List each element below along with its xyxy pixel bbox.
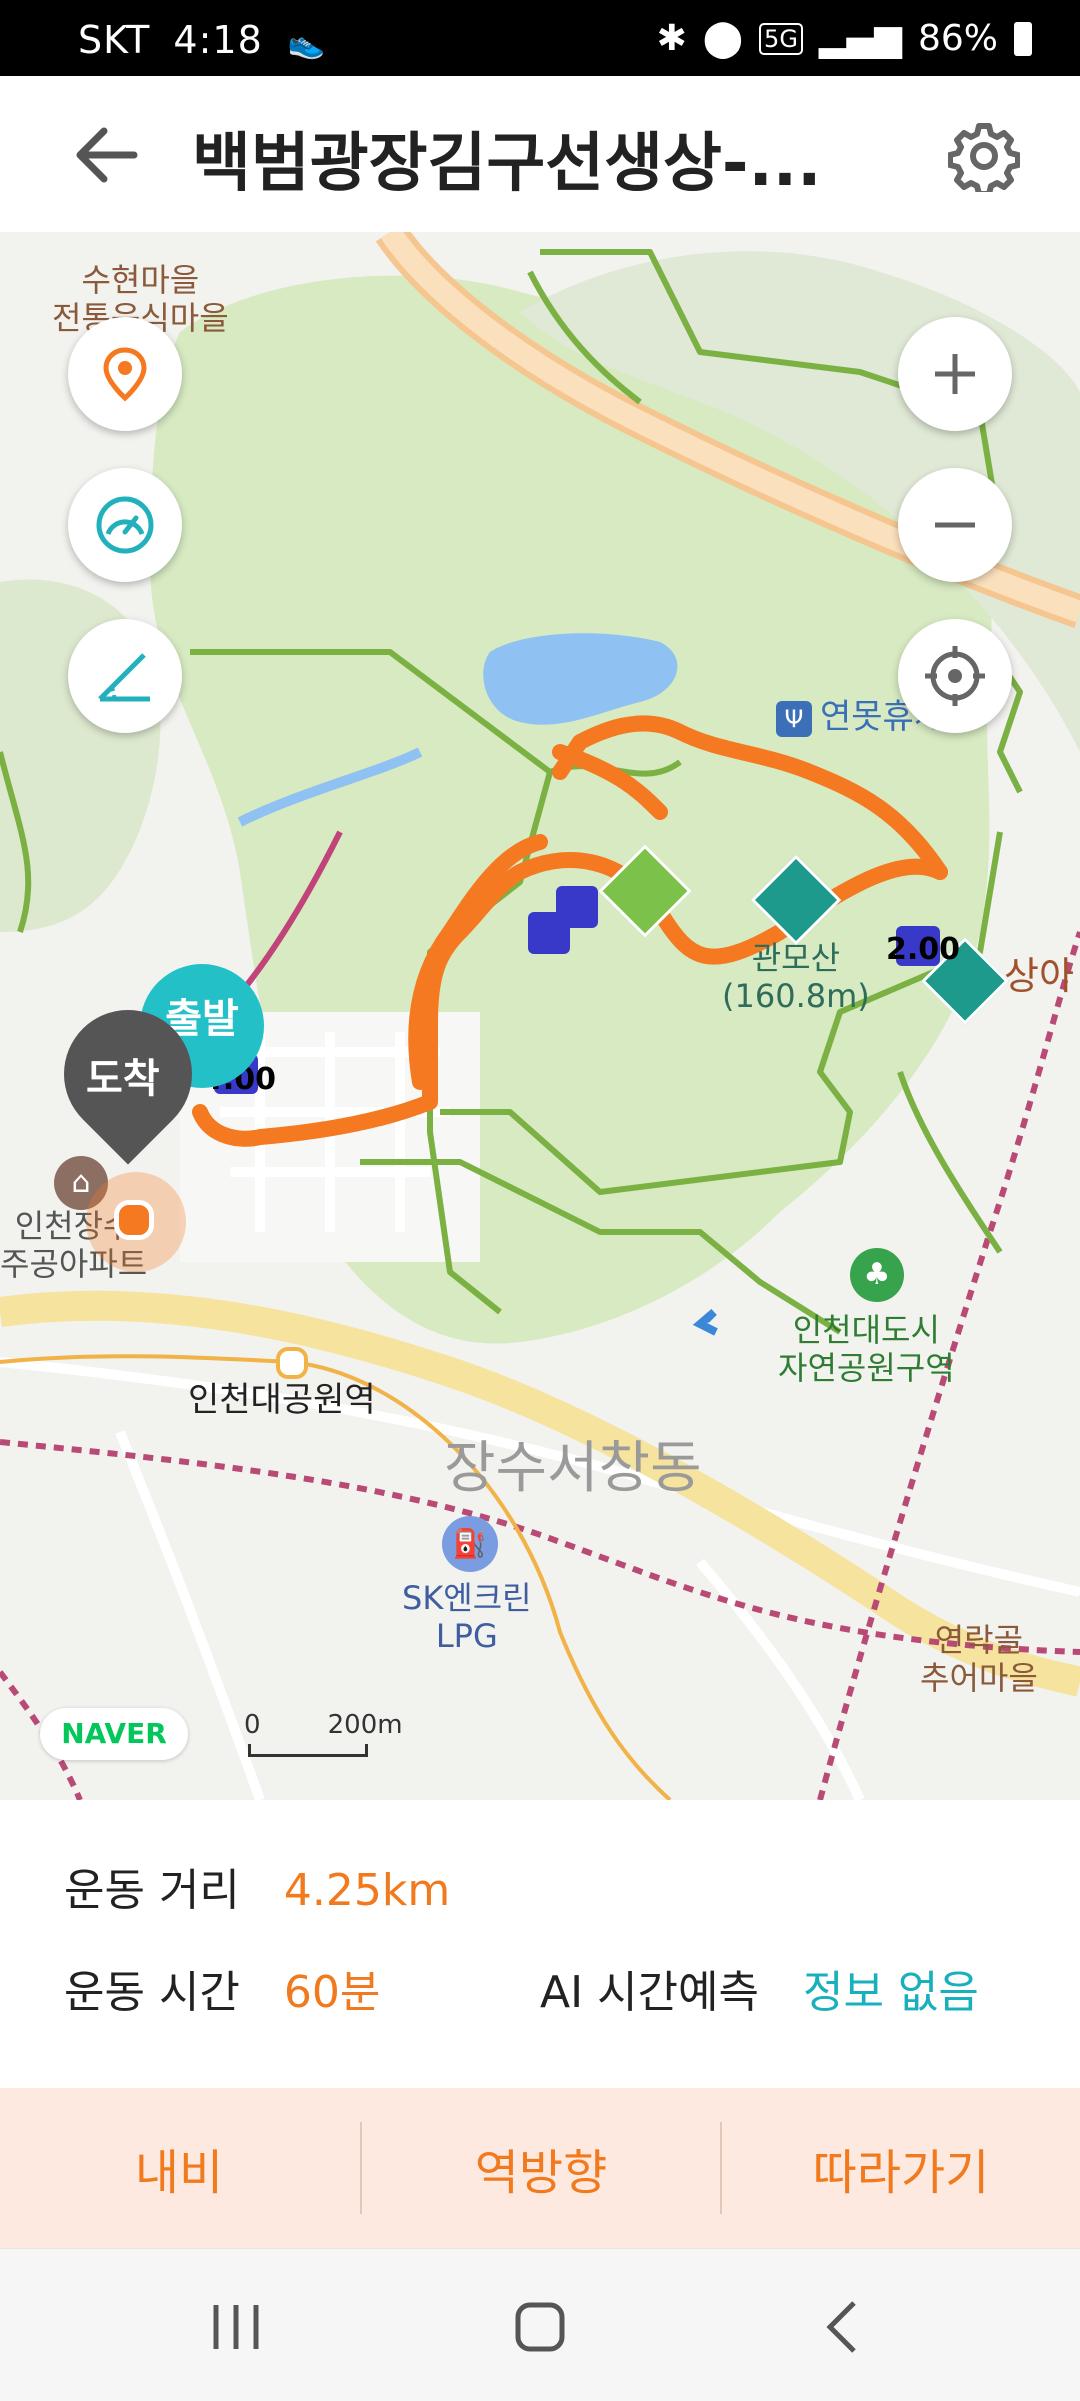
- recents-icon[interactable]: [208, 2299, 264, 2355]
- end-label: 도착: [86, 1056, 160, 1102]
- naver-text: NAVER: [61, 1717, 167, 1750]
- ai-row: AI 시간예측 정보 없음: [540, 1956, 979, 2020]
- restaurant-icon: Ψ: [776, 700, 812, 737]
- back-icon[interactable]: [816, 2299, 872, 2355]
- app-bar: 백범광장김구선생상-...: [0, 76, 1080, 232]
- status-right: ✱ ⬤ 5G ▂▄▆ 86%: [657, 18, 1032, 59]
- time-label: 운동 시간: [64, 1967, 240, 2018]
- page-title: 백범광장김구선생상-...: [192, 127, 822, 201]
- battery-label: 86%: [917, 18, 998, 59]
- reverse-button[interactable]: 역방향: [362, 2088, 720, 2248]
- battery-icon: [1014, 21, 1032, 56]
- time-row: 운동 시간 60분: [64, 1956, 380, 2020]
- ai-value: 정보 없음: [802, 1967, 979, 2018]
- gas-station-icon: ⛽: [442, 1516, 498, 1572]
- home-icon[interactable]: [512, 2299, 568, 2355]
- recenter-button[interactable]: [898, 619, 1012, 733]
- speedometer-button[interactable]: [68, 468, 182, 582]
- label-dong: 장수서창동: [444, 1436, 702, 1501]
- label-sanga: 상아: [1004, 954, 1074, 998]
- blue-flag-2: [556, 886, 598, 928]
- action-bar: 내비 역방향 따라가기: [0, 2088, 1080, 2248]
- direction-arrow: [692, 1308, 718, 1336]
- system-nav-bar: [0, 2248, 1080, 2401]
- zoom-out-button[interactable]: [898, 468, 1012, 582]
- zoom-in-icon: [935, 354, 975, 394]
- distance-label: 운동 거리: [64, 1865, 240, 1916]
- navigate-button[interactable]: 내비: [0, 2088, 358, 2248]
- clock: 4:18: [173, 18, 263, 62]
- zoom-out-icon: [935, 522, 975, 528]
- scale-line: [248, 1744, 368, 1757]
- status-bar: SKT 4:18 👟 ✱ ⬤ 5G ▂▄▆ 86%: [0, 0, 1080, 76]
- bluetooth-icon: ✱: [656, 18, 687, 59]
- scale-bar: 0 200m: [244, 1710, 424, 1757]
- distance-value: 4.25km: [283, 1865, 451, 1916]
- label-yeonrakgol: 연락골 추어마을: [920, 1621, 1038, 1697]
- label-gwanmosan: 관모산 (160.8m): [722, 939, 870, 1015]
- angle-measure-button[interactable]: [68, 619, 182, 733]
- location-pin-icon: [103, 347, 147, 402]
- label-station: 인천대공원역: [188, 1380, 376, 1420]
- back-arrow-icon[interactable]: [70, 120, 140, 190]
- signal-icon: ▂▄▆: [818, 18, 902, 59]
- map-view[interactable]: 수현마을 전통음식마을 Ψ 연못휴게소 관모산 (160.8m) 상아 인천장수 …: [0, 232, 1080, 1800]
- angle-measure-icon: [98, 653, 150, 702]
- location-icon: ⬤: [702, 18, 744, 59]
- time-value: 60분: [283, 1967, 381, 2018]
- crosshair-icon: [925, 646, 985, 706]
- scale-zero: 0: [244, 1710, 261, 1740]
- gear-icon[interactable]: [948, 120, 1020, 192]
- distance-row: 운동 거리 4.25km: [64, 1854, 450, 1918]
- park-tree-icon: ♣: [850, 1248, 904, 1302]
- shoe-icon: 👟: [287, 26, 327, 61]
- current-location-dot: [114, 1200, 154, 1240]
- naver-logo: NAVER: [40, 1708, 188, 1760]
- zoom-in-button[interactable]: [898, 317, 1012, 431]
- workout-info-panel: 운동 거리 4.25km 운동 시간 60분 AI 시간예측 정보 없음: [0, 1800, 1080, 2088]
- station-dot: [276, 1347, 308, 1379]
- follow-button[interactable]: 따라가기: [722, 2088, 1080, 2248]
- km-label-2: 2.00: [886, 932, 961, 967]
- carrier-label: SKT: [78, 18, 151, 62]
- label-natpark: 인천대도시 자연공원구역: [778, 1311, 955, 1387]
- speedometer-icon: [96, 496, 154, 554]
- location-pin-button[interactable]: [68, 317, 182, 431]
- status-left: SKT 4:18 👟: [78, 18, 326, 62]
- 5g-icon: 5G: [759, 22, 803, 55]
- scale-label: 200m: [327, 1710, 403, 1740]
- ai-label: AI 시간예측: [540, 1967, 759, 2018]
- label-lpg: SK엔크린 LPG: [402, 1579, 532, 1655]
